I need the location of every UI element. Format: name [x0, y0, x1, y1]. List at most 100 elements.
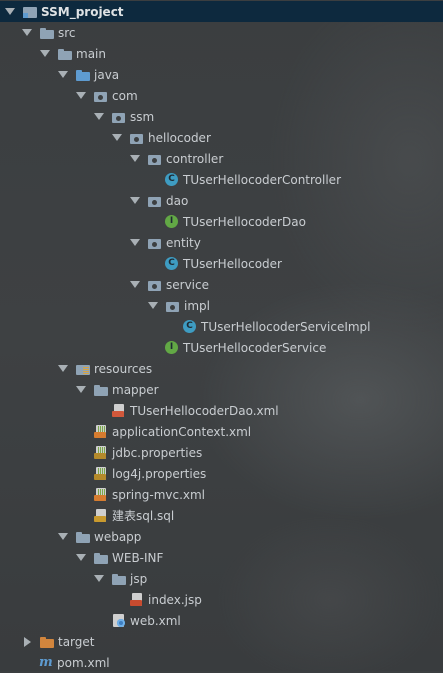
tree-label-entity-class: TUserHellocoder [183, 256, 282, 271]
project-tree: SSM_project src main java com ssm helloc… [0, 0, 443, 671]
tree-row-service[interactable]: service [0, 274, 443, 295]
tree-row-resources[interactable]: resources [0, 358, 443, 379]
tree-label-resources: resources [94, 361, 153, 376]
tree-label-sql-file: 建表sql.sql [112, 509, 175, 523]
tree-label-main: main [76, 46, 106, 61]
tree-row-spring-mvc[interactable]: spring-mvc.xml [0, 484, 443, 505]
interface-icon: I [165, 341, 178, 354]
tree-row-web-xml[interactable]: web.xml [0, 610, 443, 631]
tree-row-jdbc-properties[interactable]: jdbc.properties [0, 442, 443, 463]
tree-row-mapper-xml[interactable]: TUserHellocoderDao.xml [0, 400, 443, 421]
package-icon [129, 130, 145, 146]
expand-arrow-icon[interactable] [57, 531, 69, 543]
package-icon [147, 151, 163, 167]
sql-file-icon [93, 508, 109, 524]
expand-arrow-icon[interactable] [111, 132, 123, 144]
project-folder-icon [22, 4, 38, 20]
tree-label-hellocoder: hellocoder [148, 130, 211, 145]
tree-row-impl[interactable]: impl [0, 295, 443, 316]
tree-row-impl-class[interactable]: C TUserHellocoderServiceImpl [0, 316, 443, 337]
folder-icon [39, 25, 55, 41]
expand-arrow-icon[interactable] [57, 69, 69, 81]
tree-label-dao-interface: TUserHellocoderDao [183, 214, 306, 229]
tree-label-controller-class: TUserHellocoderController [183, 172, 341, 187]
package-icon [147, 193, 163, 209]
expand-arrow-icon[interactable] [21, 27, 33, 39]
tree-row-service-interface[interactable]: I TUserHellocoderService [0, 337, 443, 358]
tree-row-sql-file[interactable]: 建表sql.sql [0, 505, 443, 526]
tree-row-controller-class[interactable]: C TUserHellocoderController [0, 169, 443, 190]
properties-file-icon [93, 445, 109, 461]
package-icon [93, 88, 109, 104]
expand-arrow-icon[interactable] [39, 48, 51, 60]
properties-file-icon [93, 466, 109, 482]
tree-row-application-context[interactable]: applicationContext.xml [0, 421, 443, 442]
tree-row-target[interactable]: target [0, 631, 443, 652]
tree-row-controller[interactable]: controller [0, 148, 443, 169]
class-icon: C [165, 173, 178, 186]
tree-label-controller: controller [166, 151, 224, 166]
spring-xml-icon [93, 424, 109, 440]
tree-label-spring-mvc: spring-mvc.xml [112, 487, 206, 502]
expand-arrow-icon[interactable] [75, 384, 87, 396]
tree-label-root: SSM_project [41, 4, 124, 19]
tree-label-jdbc-properties: jdbc.properties [112, 445, 203, 460]
tree-label-web-inf: WEB-INF [112, 550, 164, 565]
expand-arrow-icon[interactable] [93, 573, 105, 585]
tree-row-pom[interactable]: m pom.xml [0, 652, 443, 673]
expand-arrow-icon[interactable] [75, 552, 87, 564]
tree-row-webapp[interactable]: webapp [0, 526, 443, 547]
expand-arrow-icon[interactable] [93, 111, 105, 123]
web-xml-icon [111, 613, 127, 629]
tree-label-dao: dao [166, 193, 189, 208]
source-folder-icon [75, 67, 91, 83]
expand-arrow-icon[interactable] [4, 6, 16, 18]
tree-label-service: service [166, 277, 209, 292]
tree-row-src[interactable]: src [0, 22, 443, 43]
tree-label-application-context: applicationContext.xml [112, 424, 252, 439]
tree-label-mapper-xml: TUserHellocoderDao.xml [130, 403, 279, 418]
tree-row-index-jsp[interactable]: index.jsp [0, 589, 443, 610]
tree-row-ssm[interactable]: ssm [0, 106, 443, 127]
tree-row-mapper[interactable]: mapper [0, 379, 443, 400]
tree-label-log4j-properties: log4j.properties [112, 466, 207, 481]
expand-arrow-icon[interactable] [129, 279, 141, 291]
tree-label-entity: entity [166, 235, 201, 250]
tree-row-log4j-properties[interactable]: log4j.properties [0, 463, 443, 484]
expand-arrow-icon[interactable] [147, 300, 159, 312]
tree-row-entity-class[interactable]: C TUserHellocoder [0, 253, 443, 274]
tree-row-web-inf[interactable]: WEB-INF [0, 547, 443, 568]
tree-label-ssm: ssm [130, 109, 155, 124]
package-icon [111, 109, 127, 125]
tree-row-com[interactable]: com [0, 85, 443, 106]
tree-row-entity[interactable]: entity [0, 232, 443, 253]
expand-arrow-icon[interactable] [75, 90, 87, 102]
interface-icon: I [165, 215, 178, 228]
tree-row-project-root[interactable]: SSM_project [0, 1, 443, 22]
tree-label-java: java [94, 67, 120, 82]
tree-row-java[interactable]: java [0, 64, 443, 85]
tree-label-target: target [58, 634, 95, 649]
tree-row-jsp[interactable]: jsp [0, 568, 443, 589]
folder-icon [93, 382, 109, 398]
tree-label-pom: pom.xml [57, 655, 110, 670]
expand-arrow-icon[interactable] [129, 195, 141, 207]
expand-arrow-icon[interactable] [129, 153, 141, 165]
tree-row-main[interactable]: main [0, 43, 443, 64]
expand-arrow-icon[interactable] [129, 237, 141, 249]
tree-row-dao-interface[interactable]: I TUserHellocoderDao [0, 211, 443, 232]
tree-label-mapper: mapper [112, 382, 159, 397]
resources-folder-icon [75, 361, 91, 377]
package-icon [147, 235, 163, 251]
collapse-arrow-icon[interactable] [21, 636, 33, 648]
spring-xml-icon [93, 487, 109, 503]
tree-label-src: src [58, 25, 76, 40]
package-icon [165, 298, 181, 314]
tree-row-dao[interactable]: dao [0, 190, 443, 211]
tree-row-hellocoder[interactable]: hellocoder [0, 127, 443, 148]
expand-arrow-icon[interactable] [57, 363, 69, 375]
tree-label-impl-class: TUserHellocoderServiceImpl [201, 319, 371, 334]
package-icon [147, 277, 163, 293]
folder-icon [93, 550, 109, 566]
class-icon: C [183, 320, 196, 333]
